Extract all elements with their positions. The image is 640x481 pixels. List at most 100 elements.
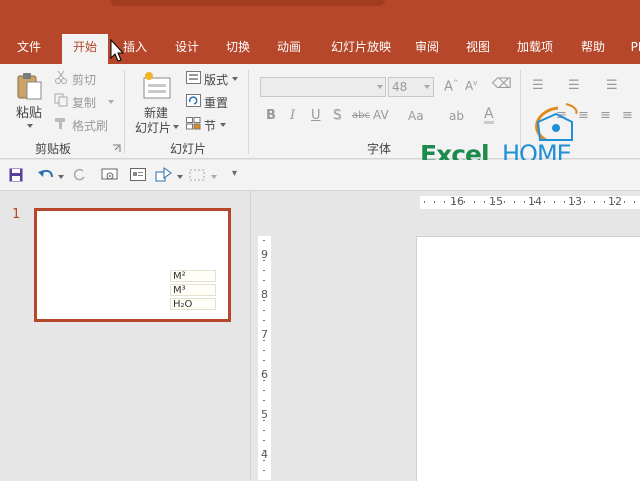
- numbering-icon[interactable]: ☰: [568, 78, 580, 93]
- arrange-dropdown-icon[interactable]: [211, 175, 217, 179]
- font-size-dropdown-icon[interactable]: [424, 85, 430, 89]
- ruler-tick: [604, 201, 605, 203]
- ruler-tick: [263, 280, 265, 281]
- tab-transitions[interactable]: 切换: [215, 34, 261, 64]
- ruler-tick: [484, 201, 485, 203]
- ruler-tick: [263, 250, 265, 251]
- shapes-dropdown-icon[interactable]: [177, 175, 183, 179]
- ruler-tick: [263, 310, 265, 311]
- tab-animations[interactable]: 动画: [266, 34, 312, 64]
- copy-dropdown-icon[interactable]: [108, 100, 114, 104]
- grow-font-icon[interactable]: A^: [444, 79, 459, 94]
- section-icon[interactable]: [186, 117, 201, 130]
- layout-label[interactable]: 版式: [204, 71, 228, 88]
- italic-button[interactable]: I: [290, 108, 295, 123]
- font-name-box[interactable]: [260, 77, 386, 97]
- font-name-dropdown-icon[interactable]: [377, 85, 383, 89]
- thumb-table-cell: M²: [170, 270, 216, 282]
- ruler-tick: [263, 240, 265, 241]
- ruler-tick: [544, 201, 545, 203]
- shadow-button[interactable]: S: [333, 108, 341, 123]
- thumb-table-cell: H₂O: [170, 298, 216, 310]
- ruler-tick: [494, 201, 495, 203]
- redo-icon[interactable]: [72, 168, 86, 182]
- format-painter-icon[interactable]: [54, 116, 68, 130]
- section-label[interactable]: 节: [204, 117, 216, 134]
- ruler-tick: [263, 450, 265, 451]
- section-dropdown-icon[interactable]: [220, 123, 226, 127]
- ruler-tick: [444, 201, 445, 203]
- textbox-icon[interactable]: [130, 168, 146, 182]
- paste-label[interactable]: 粘贴: [16, 102, 42, 121]
- ruler-tick: [263, 300, 265, 301]
- thumb-table-cell: M³: [170, 284, 216, 296]
- clear-format-icon[interactable]: ⌫: [492, 76, 512, 92]
- tab-review[interactable]: 审阅: [404, 34, 450, 64]
- ruler-tick: [263, 400, 265, 401]
- undo-dropdown-icon[interactable]: [58, 175, 64, 179]
- bold-button[interactable]: B: [266, 108, 276, 123]
- tab-view[interactable]: 视图: [455, 34, 501, 64]
- ruler-number: 15: [489, 195, 503, 208]
- slide-number: 1: [12, 207, 21, 222]
- cut-icon[interactable]: [54, 70, 68, 84]
- indent-icon[interactable]: ☰: [606, 78, 618, 93]
- tab-design[interactable]: 设计: [164, 34, 210, 64]
- bullets-icon[interactable]: ☰: [532, 78, 544, 93]
- tab-help[interactable]: 帮助: [570, 34, 616, 64]
- arrange-icon[interactable]: [189, 168, 207, 182]
- ruler-tick: [263, 370, 265, 371]
- present-icon[interactable]: [101, 167, 119, 183]
- copy-icon[interactable]: [54, 93, 68, 107]
- paste-dropdown-icon[interactable]: [27, 124, 33, 128]
- justify-icon[interactable]: ≡: [600, 108, 611, 123]
- reset-label[interactable]: 重置: [204, 94, 228, 111]
- customize-qat-icon[interactable]: ▾: [232, 168, 237, 179]
- strikethrough-button[interactable]: abc: [352, 110, 370, 121]
- ruler-number: 14: [528, 195, 542, 208]
- vertical-ruler: 9 8 7 6 5 4: [258, 236, 271, 480]
- ruler-number: 12: [608, 195, 622, 208]
- ruler-tick: [524, 201, 525, 203]
- ruler-tick: [263, 350, 265, 351]
- ruler-tick: [263, 270, 265, 271]
- tab-addins[interactable]: 加载项: [508, 34, 562, 64]
- slides-group-label: 幻灯片: [170, 142, 207, 156]
- new-slide-icon[interactable]: [141, 70, 173, 100]
- tab-more[interactable]: PI: [624, 34, 640, 64]
- new-slide-dropdown-icon[interactable]: [173, 125, 179, 129]
- slide-canvas[interactable]: [416, 236, 640, 481]
- dialog-launcher-icon[interactable]: [112, 144, 121, 153]
- tab-slideshow[interactable]: 幻灯片放映: [322, 34, 400, 64]
- ribbon-tabs: 文件 开始 插入 设计 切换 动画 幻灯片放映 审阅 视图 加载项 帮助 PI: [0, 34, 640, 64]
- layout-dropdown-icon[interactable]: [232, 77, 238, 81]
- undo-icon[interactable]: [38, 168, 54, 182]
- shrink-font-icon[interactable]: Av: [465, 79, 477, 93]
- ruler-tick: [564, 201, 565, 203]
- shapes-icon[interactable]: [155, 167, 173, 183]
- ruler-tick: [263, 460, 265, 461]
- title-bar: [0, 0, 640, 34]
- ruler-tick: [434, 201, 435, 203]
- ruler-tick: [534, 201, 535, 203]
- ruler-tick: [554, 201, 555, 203]
- tab-home[interactable]: 开始: [62, 34, 108, 64]
- ruler-number: 16: [450, 195, 464, 208]
- ruler-tick: [263, 390, 265, 391]
- paste-icon[interactable]: [14, 70, 46, 102]
- save-icon[interactable]: [9, 168, 23, 182]
- ruler-tick: [263, 420, 265, 421]
- new-slide-label-2[interactable]: 幻灯片: [135, 119, 171, 136]
- underline-button[interactable]: U: [311, 108, 321, 123]
- cut-label[interactable]: 剪切: [72, 71, 96, 88]
- tab-file[interactable]: 文件: [6, 34, 52, 64]
- reset-icon[interactable]: [186, 94, 201, 107]
- copy-label[interactable]: 复制: [72, 94, 96, 111]
- layout-icon[interactable]: [186, 71, 201, 84]
- format-painter-label[interactable]: 格式刷: [72, 117, 108, 134]
- distribute-icon[interactable]: ≡: [622, 108, 633, 123]
- char-spacing-icon[interactable]: AV: [373, 108, 389, 122]
- ruler-tick: [263, 410, 265, 411]
- ruler-tick: [263, 330, 265, 331]
- ruler-tick: [624, 201, 625, 203]
